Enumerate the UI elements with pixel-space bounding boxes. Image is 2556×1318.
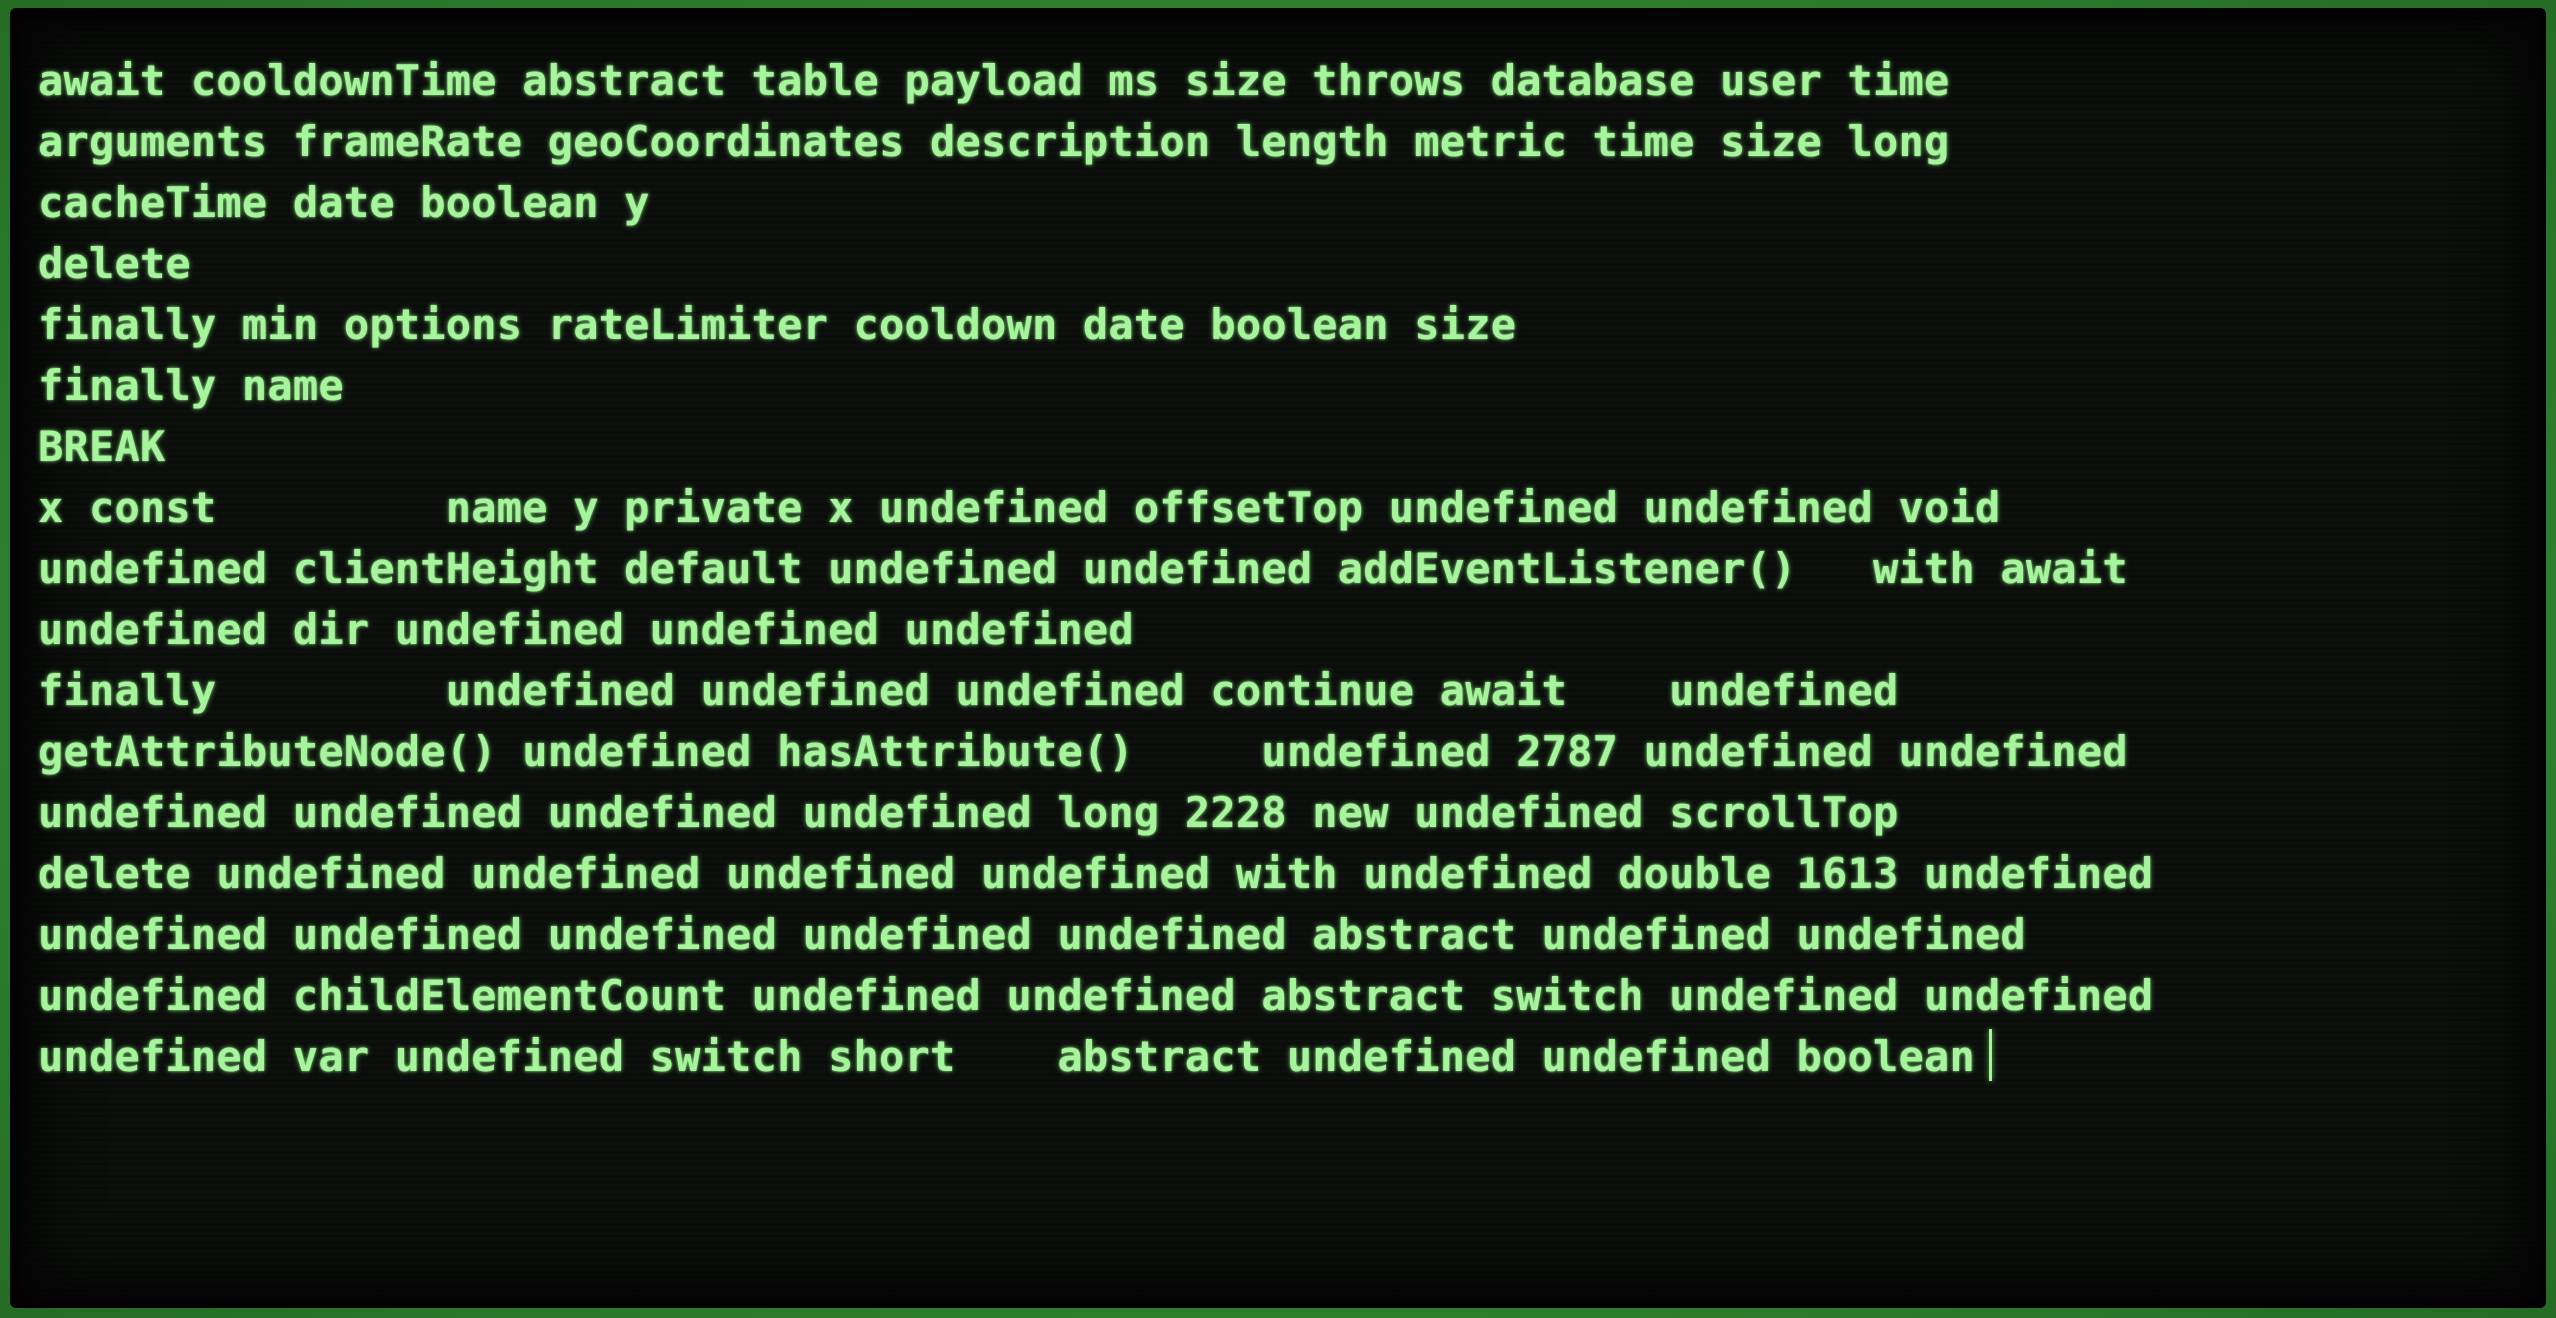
terminal-line-13: undefined undefined undefined undefined … <box>38 788 1899 837</box>
terminal-line-16: undefined childElementCount undefined un… <box>38 971 2154 1020</box>
terminal-screen[interactable]: await cooldownTime abstract table payloa… <box>10 8 2546 1308</box>
terminal-line-15: undefined undefined undefined undefined … <box>38 910 2026 959</box>
terminal-line-17-text: undefined var undefined switch short abs… <box>38 1032 1975 1081</box>
terminal-line-6: finally name <box>38 361 344 410</box>
crt-bezel: await cooldownTime abstract table payloa… <box>0 0 2556 1318</box>
terminal-line-12: getAttributeNode() undefined hasAttribut… <box>38 727 2128 776</box>
terminal-line-4: delete <box>38 239 191 288</box>
terminal-line-8: x const name y private x undefined offse… <box>38 483 2001 532</box>
terminal-line-14: delete undefined undefined undefined und… <box>38 849 2154 898</box>
terminal-line-2: arguments frameRate geoCoordinates descr… <box>38 117 1950 166</box>
terminal-line-1: await cooldownTime abstract table payloa… <box>38 56 1950 105</box>
terminal-line-11: finally undefined undefined undefined co… <box>38 666 1899 715</box>
terminal-line-9: undefined clientHeight default undefined… <box>38 544 2128 593</box>
terminal-line-10: undefined dir undefined undefined undefi… <box>38 605 1134 654</box>
terminal-line-5: finally min options rateLimiter cooldown… <box>38 300 1517 349</box>
text-cursor <box>1988 1029 1992 1081</box>
terminal-output: await cooldownTime abstract table payloa… <box>38 50 2538 1087</box>
terminal-line-7: BREAK <box>38 422 166 471</box>
terminal-line-17: undefined var undefined switch short abs… <box>38 1026 2538 1087</box>
terminal-line-3: cacheTime date boolean y <box>38 178 650 227</box>
